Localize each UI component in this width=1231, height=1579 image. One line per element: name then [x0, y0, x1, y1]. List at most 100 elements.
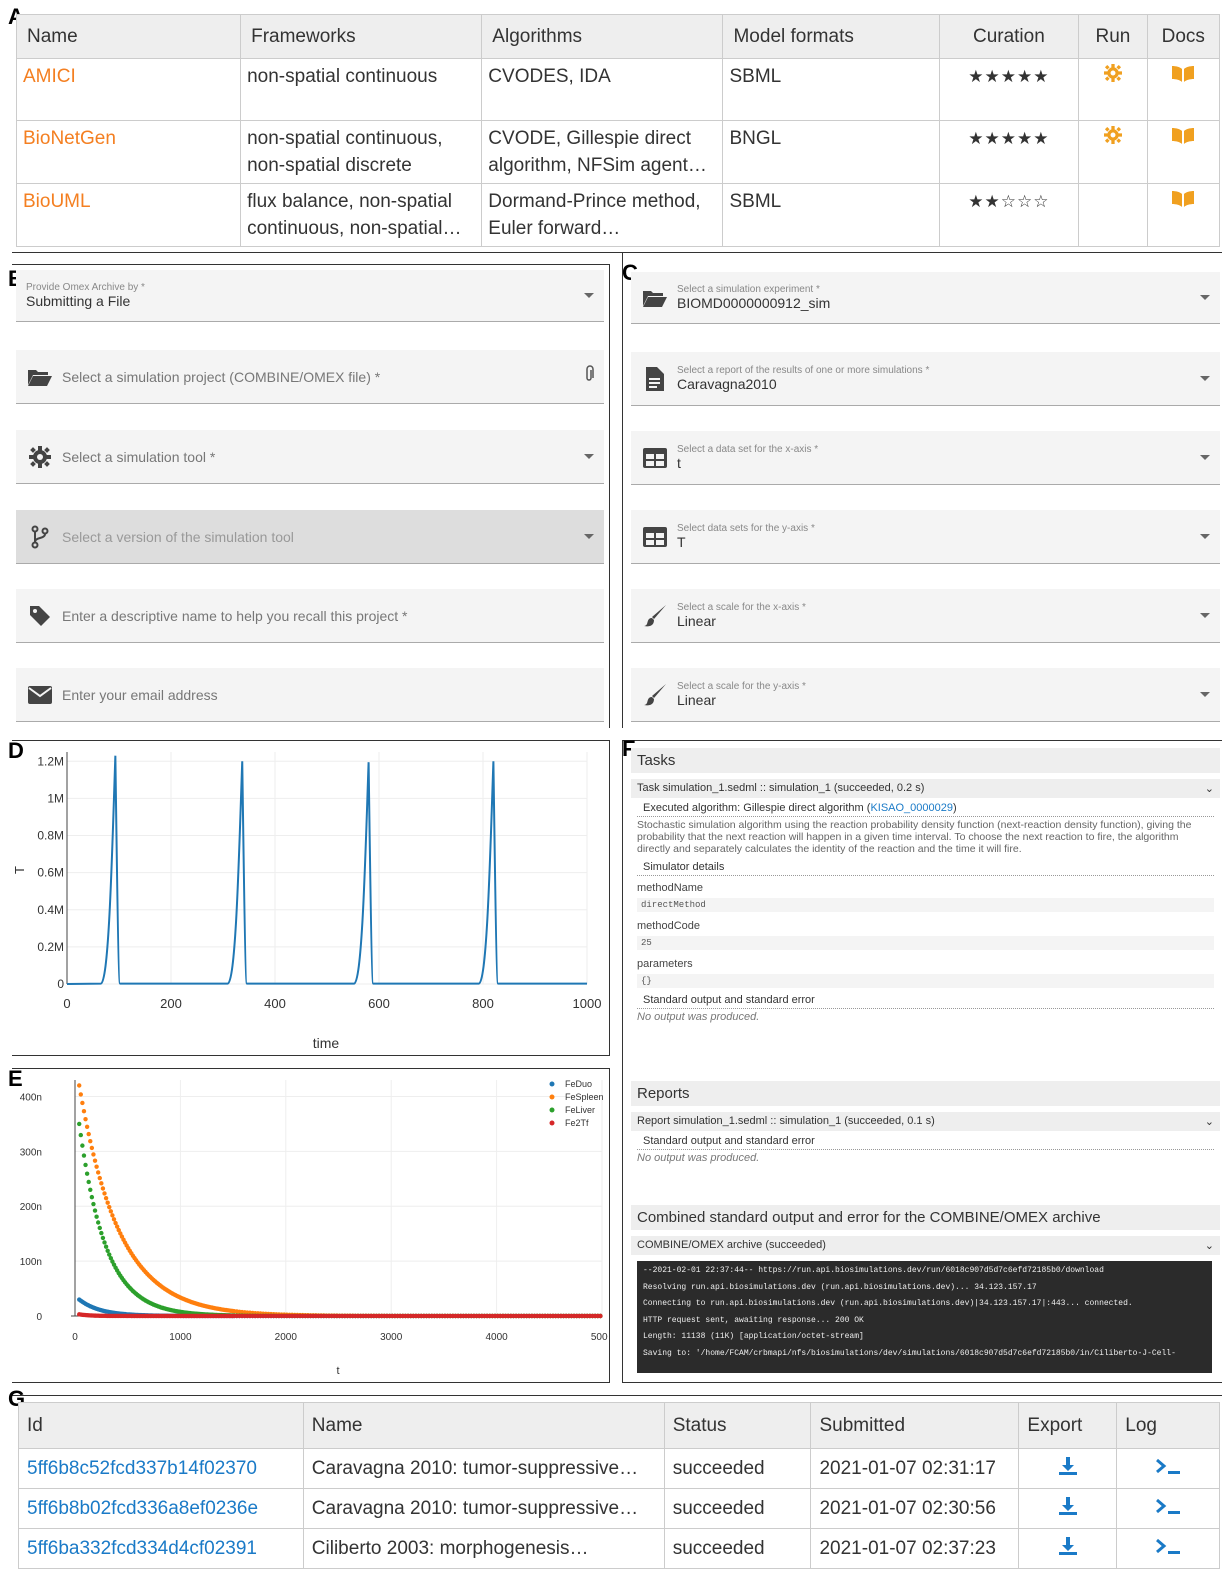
report-accordion[interactable]: Report simulation_1.sedml :: simulation_…	[631, 1112, 1220, 1131]
x-tick-label: 4000	[485, 1332, 508, 1343]
y-tick-label: 200n	[20, 1202, 42, 1213]
archive-accordion[interactable]: COMBINE/OMEX archive (succeeded) ⌄	[631, 1236, 1220, 1255]
data-point	[83, 1162, 88, 1168]
data-point	[94, 1214, 99, 1219]
tool-name-link[interactable]: BioNetGen	[23, 128, 116, 149]
divider	[12, 1395, 1222, 1396]
task-accordion[interactable]: Task simulation_1.sedml :: simulation_1 …	[631, 779, 1220, 798]
y-scale-label: Select a scale for the y-axis *	[677, 681, 806, 692]
x-axis-label: t	[336, 1365, 339, 1377]
simulation-tool-select[interactable]: Select a simulation tool *	[16, 430, 604, 484]
column-header[interactable]: Algorithms	[481, 14, 724, 59]
table-row: AMICI non-spatial continuous CVODES, IDA SB…	[15, 58, 1221, 121]
parameters-value: {}	[637, 974, 1214, 988]
x-scale-select[interactable]: Select a scale for the x-axis * Linear	[631, 589, 1220, 643]
tool-name-link[interactable]: BioUML	[23, 191, 91, 212]
book-icon[interactable]	[1172, 191, 1195, 212]
data-point	[81, 1109, 87, 1114]
line-series	[66, 755, 587, 985]
book-icon[interactable]	[1172, 128, 1195, 149]
gear-icon[interactable]	[1103, 126, 1122, 149]
column-header[interactable]: Name	[302, 1402, 665, 1449]
column-header[interactable]: Submitted	[810, 1402, 1020, 1449]
gear-icon[interactable]	[1103, 64, 1122, 87]
book-icon[interactable]	[1172, 66, 1195, 87]
simulation-experiment-select[interactable]: Select a simulation experiment * BIOMD000…	[631, 272, 1220, 324]
tools-table-container: Name Frameworks Algorithms Model formats Cur…	[15, 14, 1221, 247]
chevron-down-icon	[1200, 613, 1210, 618]
x-tick-label: 3000	[380, 1332, 403, 1343]
tool-version-select[interactable]: Select a version of the simulation tool	[16, 510, 604, 564]
legend-marker	[549, 1120, 555, 1126]
method-code-value: 25	[637, 936, 1214, 950]
console-output[interactable]: --2021-02-01 22:37:44-- https://run.api.…	[637, 1261, 1212, 1373]
experiment-label: Select a simulation experiment *	[677, 284, 820, 295]
run-id-link[interactable]: 5ff6ba332fcd334d4cf02391	[27, 1538, 257, 1559]
column-header[interactable]: Curation	[938, 14, 1080, 59]
column-header[interactable]: Status	[663, 1402, 812, 1449]
algorithms-cell: CVODE, Gillespie direct algorithm, NFSim…	[481, 120, 724, 184]
column-header[interactable]: Name	[15, 14, 242, 59]
column-header[interactable]: Log	[1116, 1402, 1220, 1449]
column-header[interactable]: Id	[18, 1402, 304, 1449]
tools-table: Name Frameworks Algorithms Model formats Cur…	[15, 14, 1221, 247]
table-row: 5ff6ba332fcd334d4cf02391 Ciliberto 2003: …	[18, 1528, 1220, 1569]
terminal-icon[interactable]	[1155, 1498, 1181, 1520]
console-line: Length: 11138 (11K) [application/octet-s…	[643, 1332, 864, 1341]
column-header[interactable]: Export	[1018, 1402, 1118, 1449]
table-row: BioUML flux balance, non-spatial continuo…	[15, 183, 1221, 247]
tool-name-link[interactable]: AMICI	[23, 66, 76, 87]
data-point	[78, 1092, 83, 1097]
omex-source-select[interactable]: Provide Omex Archive by * Submitting a F…	[16, 270, 604, 322]
column-header[interactable]: Frameworks	[240, 14, 483, 59]
data-point	[77, 1083, 82, 1088]
combined-title: Combined standard output and error for t…	[631, 1205, 1220, 1230]
y-data-select[interactable]: Select data sets for the y-axis * T	[631, 510, 1220, 564]
kisao-link[interactable]: KISAO_0000029	[870, 802, 953, 814]
data-point	[105, 1248, 110, 1253]
paperclip-icon[interactable]	[584, 365, 594, 388]
y-tick-label: 0.2M	[37, 940, 64, 954]
no-output-text-2: No output was produced.	[637, 1152, 760, 1164]
curation-stars: ★★★★★	[938, 120, 1080, 184]
algorithms-cell: Dormand-Prince method, Euler forward…	[481, 183, 724, 247]
panel-f: Tasks Task simulation_1.sedml :: simulat…	[631, 748, 1220, 1025]
legend-label: FeDuo	[565, 1079, 592, 1089]
y-scale-select[interactable]: Select a scale for the y-axis * Linear	[631, 668, 1220, 722]
close-paren: )	[953, 802, 957, 814]
log-cell	[1116, 1448, 1220, 1489]
download-icon[interactable]	[1058, 1496, 1078, 1521]
project-file-field[interactable]: Select a simulation project (COMBINE/OME…	[16, 350, 604, 404]
run-status-cell: succeeded	[663, 1488, 812, 1529]
terminal-icon[interactable]	[1155, 1458, 1181, 1480]
project-name-field[interactable]: Enter a descriptive name to help you rec…	[16, 589, 604, 643]
export-cell	[1018, 1488, 1118, 1529]
run-id-link[interactable]: 5ff6b8c52fcd337b14f02370	[27, 1458, 257, 1479]
chevron-down-icon	[584, 293, 594, 298]
tag-icon	[26, 605, 54, 627]
x-data-value: t	[677, 455, 681, 471]
table-row: BioNetGen non-spatial continuous, non-spa…	[15, 120, 1221, 184]
column-header[interactable]: Run	[1078, 14, 1148, 59]
report-select[interactable]: Select a report of the results of one or…	[631, 352, 1220, 406]
data-point	[86, 1179, 91, 1185]
data-point	[100, 1235, 106, 1241]
email-field[interactable]: Enter your email address	[16, 668, 604, 722]
y-axis-label: T	[12, 866, 27, 874]
run-name-cell: Caravagna 2010: tumor-suppressive…	[302, 1448, 665, 1489]
log-cell	[1116, 1528, 1220, 1569]
download-icon[interactable]	[1058, 1536, 1078, 1561]
run-id-link[interactable]: 5ff6b8b02fcd336a8ef0236e	[27, 1498, 258, 1519]
x-data-select[interactable]: Select a data set for the x-axis * t	[631, 431, 1220, 485]
run-submitted-cell: 2021-01-07 02:31:17	[810, 1448, 1020, 1489]
console-line: Saving to: '/home/FCAM/crbmapi/nfs/biosi…	[643, 1348, 1176, 1358]
terminal-icon[interactable]	[1155, 1538, 1181, 1560]
table-row: 5ff6b8c52fcd337b14f02370 Caravagna 2010: …	[18, 1448, 1220, 1489]
frameworks-text: non-spatial continuous, non-spatial disc…	[247, 128, 443, 176]
reports-title: Reports	[631, 1081, 1220, 1106]
column-header[interactable]: Model formats	[722, 14, 940, 59]
console-line: HTTP request sent, awaiting response... …	[643, 1315, 864, 1325]
column-header[interactable]: Docs	[1146, 14, 1221, 59]
x-scale-label: Select a scale for the x-axis *	[677, 602, 806, 613]
download-icon[interactable]	[1058, 1456, 1078, 1481]
